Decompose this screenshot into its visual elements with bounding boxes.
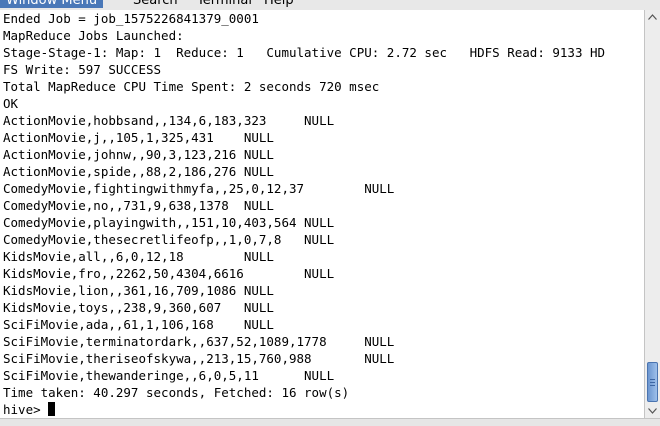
result-row: ComedyMovie,playingwith,,151,10,403,564 … bbox=[3, 215, 335, 230]
scroll-down-arrow-icon[interactable] bbox=[645, 404, 660, 418]
result-row: ActionMovie,hobbsand,,134,6,183,323 NULL bbox=[3, 113, 335, 128]
result-row: ActionMovie,spide,,88,2,186,276 NULL bbox=[3, 164, 274, 179]
terminal-line: Ended Job = job_1575226841379_0001 bbox=[3, 11, 259, 26]
result-row: KidsMovie,lion,,361,16,709,1086 NULL bbox=[3, 283, 274, 298]
thumb-grip bbox=[650, 385, 655, 386]
menu-terminal[interactable]: Terminal bbox=[197, 0, 252, 8]
result-row: KidsMovie,fro,,2262,50,4304,6616 NULL bbox=[3, 266, 335, 281]
menu-bar: Window Menu Search Terminal Help bbox=[0, 0, 660, 10]
result-row: ComedyMovie,no,,731,9,638,1378 NULL bbox=[3, 198, 274, 213]
shell-prompt: hive> bbox=[3, 402, 49, 417]
result-row: SciFiMovie,terminatordark,,637,52,1089,1… bbox=[3, 334, 395, 349]
scroll-up-arrow-icon[interactable] bbox=[645, 10, 660, 24]
terminal-output[interactable]: Ended Job = job_1575226841379_0001 MapRe… bbox=[0, 10, 644, 418]
result-row: ComedyMovie,thesecretlifeofp,,1,0,7,8 NU… bbox=[3, 232, 335, 247]
vertical-scrollbar[interactable] bbox=[644, 10, 660, 418]
text-cursor bbox=[48, 402, 56, 416]
result-row: KidsMovie,toys,,238,9,360,607 NULL bbox=[3, 300, 274, 315]
menu-search[interactable]: Search bbox=[133, 0, 178, 8]
result-row: SciFiMovie,ada,,61,1,106,168 NULL bbox=[3, 317, 274, 332]
result-row: ComedyMovie,fightingwithmyfa,,25,0,12,37… bbox=[3, 181, 395, 196]
result-row: SciFiMovie,theriseofskywa,,213,15,760,98… bbox=[3, 351, 395, 366]
terminal-line: FS Write: 597 SUCCESS bbox=[3, 62, 162, 77]
terminal-line: Time taken: 40.297 seconds, Fetched: 16 … bbox=[3, 385, 350, 400]
terminal-line: Total MapReduce CPU Time Spent: 2 second… bbox=[3, 79, 380, 94]
result-row: ActionMovie,johnw,,90,3,123,216 NULL bbox=[3, 147, 274, 162]
terminal-line: OK bbox=[3, 96, 19, 111]
menu-help[interactable]: Help bbox=[264, 0, 294, 8]
result-row: ActionMovie,j,,105,1,325,431 NULL bbox=[3, 130, 274, 145]
result-row: SciFiMovie,thewanderinge,,6,0,5,11 NULL bbox=[3, 368, 335, 383]
terminal-line: MapReduce Jobs Launched: bbox=[3, 28, 184, 43]
menu-window[interactable]: Window Menu bbox=[0, 0, 104, 8]
terminal-line: Stage-Stage-1: Map: 1 Reduce: 1 Cumulati… bbox=[3, 45, 606, 60]
prompt-line[interactable]: hive> bbox=[0, 401, 644, 418]
thumb-grip bbox=[650, 382, 655, 383]
thumb-grip bbox=[650, 379, 655, 380]
window-bottom-edge bbox=[0, 418, 660, 426]
scrollbar-thumb[interactable] bbox=[647, 362, 658, 402]
result-row: KidsMovie,all,,6,0,12,18 NULL bbox=[3, 249, 274, 264]
